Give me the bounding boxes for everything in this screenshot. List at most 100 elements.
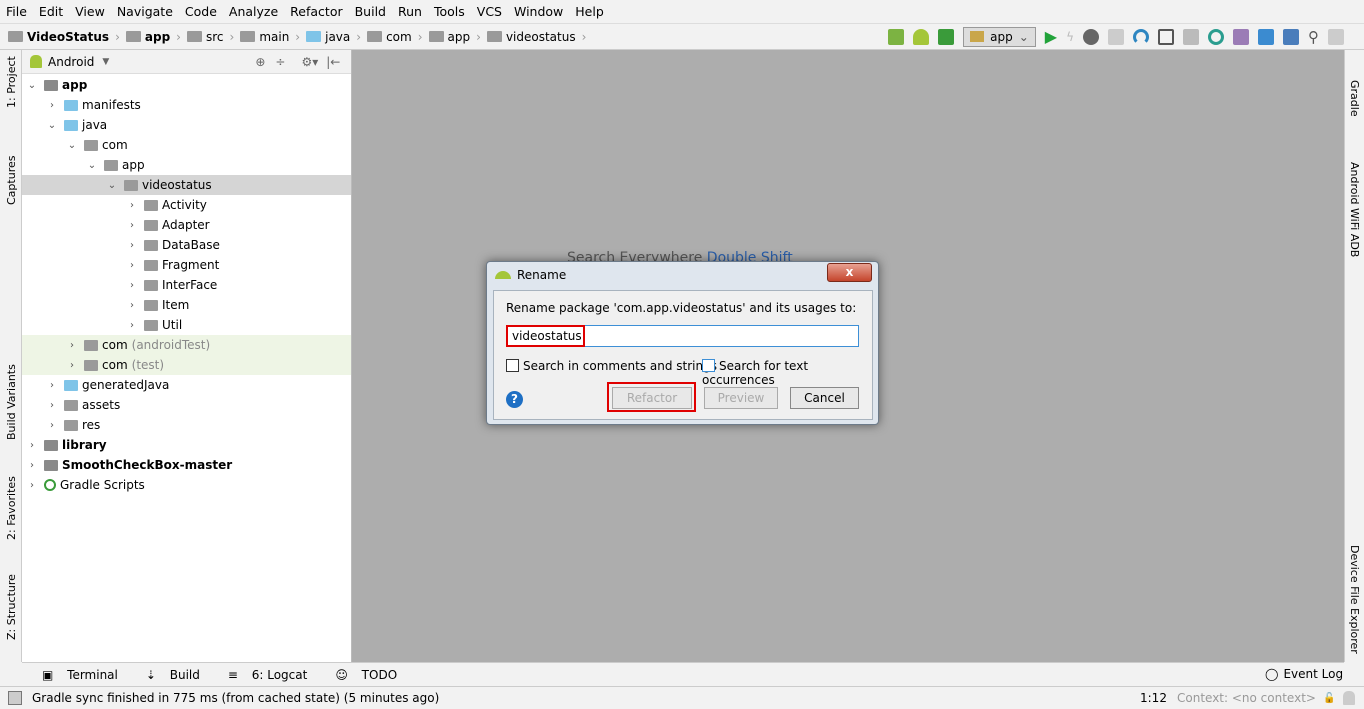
tool-tab-build-variants[interactable]: Build Variants [5, 364, 18, 440]
chevron-right-icon[interactable]: › [126, 240, 138, 251]
chevron-right-icon[interactable]: › [126, 260, 138, 271]
chevron-right-icon[interactable]: › [126, 220, 138, 231]
menu-build[interactable]: Build [355, 4, 386, 19]
chevron-right-icon[interactable]: › [46, 380, 58, 391]
collapse-all-icon[interactable]: ÷ [275, 55, 285, 69]
tool-window-todo[interactable]: ☺ TODO [325, 668, 397, 682]
chevron-right-icon[interactable]: › [46, 400, 58, 411]
breadcrumb-item[interactable]: java › [306, 30, 361, 44]
profile-icon[interactable] [1108, 28, 1124, 45]
chevron-right-icon[interactable]: › [46, 100, 58, 111]
chevron-right-icon[interactable]: › [26, 440, 38, 451]
tool-window-logcat[interactable]: ≡ 6: Logcat [218, 668, 307, 682]
menu-file[interactable]: File [6, 4, 27, 19]
breadcrumb-item[interactable]: com › [367, 30, 423, 44]
chevron-right-icon[interactable]: › [66, 340, 78, 351]
locate-icon[interactable]: ⊕ [255, 55, 265, 69]
tree-item[interactable]: › SmoothCheckBox-master [22, 455, 351, 475]
breadcrumb-item[interactable]: videostatus › [486, 30, 586, 44]
menu-help[interactable]: Help [575, 4, 604, 19]
chevron-right-icon[interactable]: › [126, 280, 138, 291]
cast-icon[interactable] [888, 28, 905, 45]
chevron-down-icon[interactable]: ▼ [102, 57, 109, 67]
breadcrumb-item[interactable]: VideoStatus › [8, 30, 120, 44]
chevron-right-icon[interactable]: › [26, 480, 38, 491]
hide-panel-icon[interactable]: |← [326, 55, 340, 69]
tree-item[interactable]: › Item [22, 295, 351, 315]
chevron-down-icon[interactable]: ⌄ [86, 160, 98, 171]
gear-icon[interactable]: ⚙▾ [301, 55, 318, 69]
tree-item[interactable]: ⌄ app [22, 75, 351, 95]
profiler-gauge-icon[interactable] [1133, 28, 1149, 45]
tree-item[interactable]: ⌄ com [22, 135, 351, 155]
debug-icon[interactable] [1083, 28, 1099, 45]
menu-navigate[interactable]: Navigate [117, 4, 173, 19]
menu-window[interactable]: Window [514, 4, 563, 19]
menu-tools[interactable]: Tools [434, 4, 465, 19]
chevron-down-icon[interactable]: ⌄ [26, 80, 38, 91]
tool-tab-android-wifi-adb[interactable]: Android WiFi ADB [1348, 162, 1361, 257]
tool-window-build[interactable]: ⇣ Build [136, 668, 200, 682]
tree-item[interactable]: › DataBase [22, 235, 351, 255]
project-view-select[interactable]: Android [48, 55, 94, 69]
tree-item[interactable]: › Util [22, 315, 351, 335]
search-text-checkbox[interactable]: Search for text occurrences [702, 359, 872, 387]
tool-tab-gradle[interactable]: Gradle [1348, 80, 1361, 117]
menu-vcs[interactable]: VCS [477, 4, 502, 19]
sync-icon[interactable] [1208, 28, 1224, 45]
chevron-down-icon[interactable]: ⌄ [106, 180, 118, 191]
caret-position[interactable]: 1:12 [1140, 691, 1167, 705]
tree-item[interactable]: › InterFace [22, 275, 351, 295]
tool-tab-device-file-explorer[interactable]: Device File Explorer [1348, 545, 1361, 654]
tool-tab-z-structure[interactable]: Z: Structure [5, 574, 18, 640]
apply-changes-icon[interactable]: ϟ [1066, 30, 1074, 44]
tool-tab--favorites[interactable]: 2: Favorites [5, 476, 18, 540]
menu-refactor[interactable]: Refactor [290, 4, 342, 19]
chevron-right-icon[interactable]: › [26, 460, 38, 471]
build-hammer-icon[interactable] [938, 28, 955, 45]
tree-item[interactable]: ⌄ videostatus [22, 175, 351, 195]
menu-view[interactable]: View [75, 4, 105, 19]
chevron-right-icon[interactable]: › [66, 360, 78, 371]
search-icon[interactable]: ⚲ [1308, 28, 1319, 46]
tool-tab--project[interactable]: 1: Project [5, 56, 18, 108]
tree-item[interactable]: › res [22, 415, 351, 435]
tree-item[interactable]: › com (test) [22, 355, 351, 375]
breadcrumb-item[interactable]: app › [428, 30, 481, 44]
tree-item[interactable]: ⌄ app [22, 155, 351, 175]
chevron-right-icon[interactable]: › [46, 420, 58, 431]
chevron-down-icon[interactable]: ⌄ [66, 140, 78, 151]
chevron-down-icon[interactable]: ⌄ [46, 120, 58, 131]
cancel-button[interactable]: Cancel [790, 387, 859, 409]
tree-item[interactable]: › library [22, 435, 351, 455]
tree-item[interactable]: ⌄ java [22, 115, 351, 135]
sdk-manager-icon[interactable] [1258, 28, 1274, 45]
lock-icon[interactable]: 🔓 [1323, 693, 1335, 704]
help-button[interactable]: ? [506, 391, 523, 408]
close-button[interactable]: x [827, 263, 872, 282]
tool-window-terminal[interactable]: ▣ Terminal [32, 668, 118, 682]
tree-item[interactable]: › Adapter [22, 215, 351, 235]
user-icon[interactable] [1328, 28, 1344, 45]
breadcrumb-item[interactable]: app › [125, 30, 181, 44]
chevron-right-icon[interactable]: › [126, 300, 138, 311]
project-structure-icon[interactable] [1283, 28, 1299, 45]
stop-icon[interactable] [1183, 28, 1199, 45]
tree-item[interactable]: › Gradle Scripts [22, 475, 351, 495]
tree-item[interactable]: › Activity [22, 195, 351, 215]
run-config-select[interactable]: app ⌄ [963, 26, 1036, 47]
tree-item[interactable]: › generatedJava [22, 375, 351, 395]
preview-button[interactable]: Preview [704, 387, 778, 409]
avd-manager-icon[interactable] [1233, 28, 1249, 45]
menu-run[interactable]: Run [398, 4, 422, 19]
tree-item[interactable]: › Fragment [22, 255, 351, 275]
menu-edit[interactable]: Edit [39, 4, 63, 19]
tool-windows-toggle-icon[interactable] [8, 691, 22, 705]
menu-code[interactable]: Code [185, 4, 217, 19]
inspector-icon[interactable] [1343, 691, 1355, 705]
attach-debugger-icon[interactable] [1158, 28, 1174, 45]
tree-item[interactable]: › manifests [22, 95, 351, 115]
tree-item[interactable]: › com (androidTest) [22, 335, 351, 355]
tree-item[interactable]: › assets [22, 395, 351, 415]
chevron-right-icon[interactable]: › [126, 320, 138, 331]
